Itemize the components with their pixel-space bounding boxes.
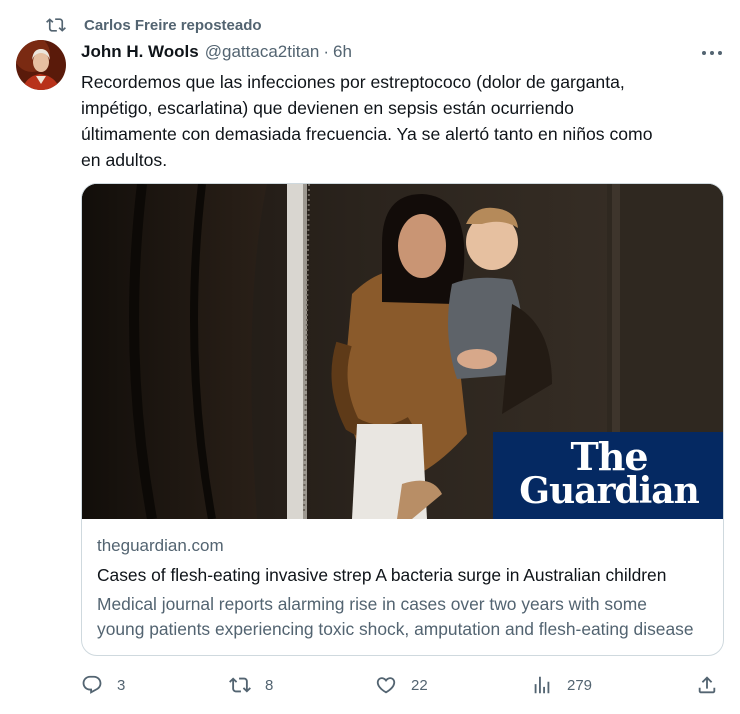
- share-icon: [698, 676, 716, 694]
- separator-dot: ·: [323, 42, 330, 61]
- heart-icon: [376, 677, 396, 694]
- views-button[interactable]: 279: [531, 672, 592, 698]
- reply-button[interactable]: 3: [81, 672, 125, 698]
- action-bar: 3 8 22 279: [0, 670, 740, 700]
- card-description: Medical journal reports alarming rise in…: [97, 592, 712, 642]
- card-image[interactable]: The Guardian: [82, 184, 723, 519]
- card-description-line: young patients experiencing toxic shock,…: [97, 619, 694, 639]
- tweet-text-line: en adultos.: [81, 150, 168, 170]
- guardian-logo-line2: Guardian: [519, 470, 700, 512]
- author-name[interactable]: John H. Wools: [81, 42, 199, 62]
- tweet-text: Recordemos que las infecciones por estre…: [81, 69, 726, 173]
- reply-icon: [82, 675, 102, 694]
- repost-label[interactable]: Carlos Freire reposteado: [84, 17, 262, 34]
- link-card[interactable]: The Guardian theguardian.com Cases of fl…: [81, 183, 724, 656]
- tweet-time[interactable]: 6h: [333, 42, 352, 62]
- like-button[interactable]: 22: [375, 672, 428, 698]
- more-options-icon[interactable]: [700, 44, 724, 62]
- repost-button[interactable]: 8: [229, 672, 273, 698]
- repost-icon: [46, 18, 66, 32]
- tweet-text-line: Recordemos que las infecciones por estre…: [81, 72, 625, 92]
- repost-icon: [229, 677, 251, 693]
- reply-count: 3: [117, 676, 126, 694]
- like-count: 22: [411, 676, 428, 694]
- tweet[interactable]: Carlos Freire reposteado John H. Wools @…: [0, 0, 740, 714]
- card-domain: theguardian.com: [97, 536, 224, 555]
- avatar[interactable]: [16, 40, 66, 90]
- author-handle[interactable]: @gattaca2titan: [205, 42, 320, 62]
- tweet-text-line: impétigo, escarlatina) que devienen en s…: [81, 98, 574, 118]
- repost-indicator: Carlos Freire reposteado: [46, 14, 262, 36]
- repost-count: 8: [265, 676, 274, 694]
- views-chart-icon: [534, 676, 550, 694]
- tweet-header: John H. Wools @gattaca2titan · 6h: [81, 41, 352, 63]
- card-title[interactable]: Cases of flesh-eating invasive strep A b…: [97, 565, 712, 586]
- share-button[interactable]: [696, 672, 718, 698]
- tweet-text-line: últimamente con demasiada frecuencia. Ya…: [81, 124, 653, 144]
- views-count: 279: [567, 676, 593, 694]
- card-description-line: Medical journal reports alarming rise in…: [97, 594, 647, 614]
- guardian-logo: The Guardian: [493, 432, 723, 519]
